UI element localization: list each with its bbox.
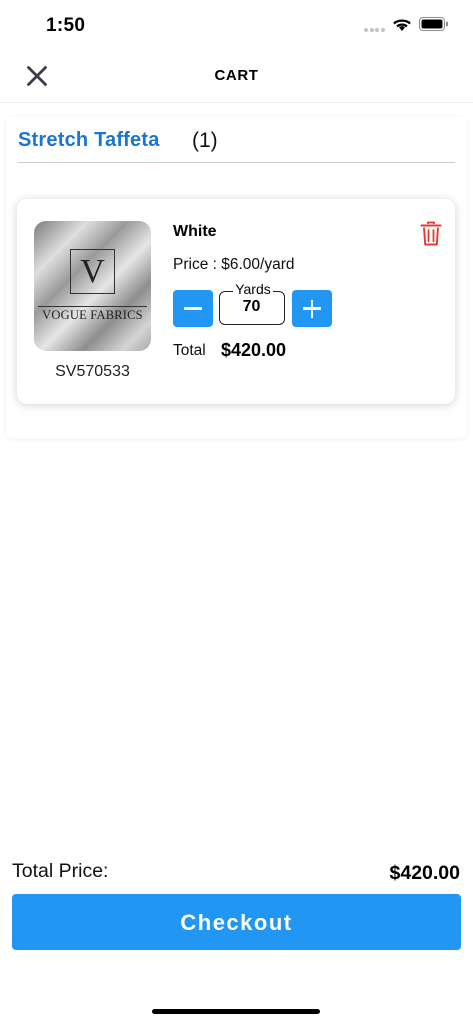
brand-logo-letter: V (80, 253, 105, 290)
delete-item-button[interactable] (420, 221, 442, 247)
increase-quantity-button[interactable] (292, 290, 332, 327)
quantity-value: 70 (242, 298, 261, 315)
cart-group: Stretch Taffeta (1) V VOGUE FABRICS SV57… (6, 116, 467, 438)
brand-logo: V (70, 249, 115, 294)
total-price-label: Total Price: (12, 860, 109, 882)
product-price: Price : $6.00/yard (173, 256, 295, 273)
header: CART (0, 50, 473, 103)
brand-logo-text: VOGUE FABRICS (42, 308, 143, 322)
trash-icon (420, 221, 442, 246)
status-bar: 1:50 (0, 0, 473, 50)
checkout-button[interactable]: Checkout (12, 894, 461, 950)
checkout-label: Checkout (180, 910, 293, 935)
decrease-quantity-button[interactable] (173, 290, 213, 327)
item-total-label: Total (173, 342, 206, 359)
quantity-label: Yards (233, 281, 273, 297)
group-title: Stretch Taffeta (18, 129, 160, 151)
home-indicator (152, 1009, 320, 1014)
group-divider (18, 162, 455, 163)
page-title: CART (214, 67, 259, 84)
brand-logo-rule (38, 306, 147, 307)
product-color: White (173, 223, 217, 240)
battery-icon (419, 17, 448, 31)
status-time: 1:50 (46, 15, 86, 36)
product-sku: SV570533 (55, 363, 130, 380)
group-count: (1) (192, 129, 218, 152)
total-price-value: $420.00 (389, 862, 461, 884)
cart-item: V VOGUE FABRICS SV570533 White Price : $… (17, 199, 455, 404)
item-total-value: $420.00 (221, 340, 287, 360)
product-image: V VOGUE FABRICS (34, 221, 151, 351)
wifi-icon (393, 19, 411, 31)
cellular-signal-icon (364, 28, 386, 32)
quantity-field[interactable]: Yards 70 (219, 281, 285, 325)
